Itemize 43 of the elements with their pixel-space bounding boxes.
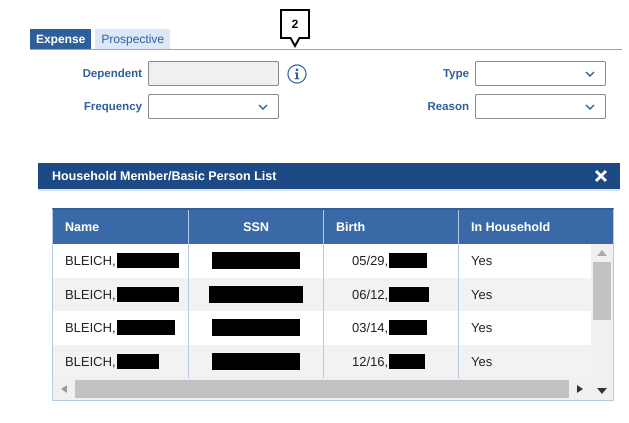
scroll-right-icon[interactable]	[577, 385, 583, 393]
redaction-bar	[389, 253, 428, 268]
vertical-scrollbar[interactable]	[591, 244, 613, 400]
tab[interactable]: Prospective	[95, 29, 170, 49]
callout-pointer-icon	[289, 36, 301, 48]
dropdown-field[interactable]	[475, 94, 606, 119]
household-status-text: Yes	[471, 320, 492, 336]
redaction-bar	[116, 286, 179, 302]
redaction-bar	[116, 354, 159, 369]
chevron-icon	[585, 70, 595, 76]
field-label: Dependent	[82, 68, 142, 80]
redaction-bar	[389, 320, 428, 336]
name-text: BLEICH,	[65, 286, 116, 302]
field-label: Frequency	[82, 100, 142, 112]
horizontal-scrollbar[interactable]	[53, 378, 591, 400]
column-header[interactable]: In Household	[459, 210, 613, 244]
tab[interactable]: Expense	[30, 29, 92, 49]
redaction-bar	[116, 253, 179, 268]
field-label: Type	[442, 68, 469, 80]
birth-date-text: 06/12,	[352, 286, 388, 302]
household-status-text: Yes	[471, 286, 492, 302]
chevron-icon	[258, 104, 268, 110]
chevron-icon	[585, 104, 595, 110]
name-text: BLEICH,	[65, 354, 116, 369]
birth-date-text: 12/16,	[352, 354, 388, 369]
scroll-left-icon[interactable]	[61, 385, 67, 393]
household-status-text: Yes	[471, 253, 492, 268]
redaction-bar	[389, 354, 426, 369]
scroll-down-icon[interactable]	[597, 388, 607, 394]
dropdown-field[interactable]	[475, 61, 606, 86]
dropdown-field[interactable]	[148, 94, 279, 119]
dialog-title: Household Member/Basic Person List	[52, 169, 276, 183]
scroll-up-icon[interactable]	[597, 250, 607, 256]
close-icon[interactable]	[594, 169, 608, 183]
field-label: Reason	[426, 100, 469, 112]
redaction-bar	[389, 286, 430, 302]
birth-date-text: 05/29,	[352, 253, 388, 268]
name-text: BLEICH,	[65, 320, 116, 336]
redaction-bar	[116, 320, 175, 336]
birth-date-text: 03/14,	[352, 320, 388, 336]
callout-marker: 2	[280, 8, 310, 38]
household-status-text: Yes	[471, 354, 492, 369]
name-text: BLEICH,	[65, 253, 116, 268]
